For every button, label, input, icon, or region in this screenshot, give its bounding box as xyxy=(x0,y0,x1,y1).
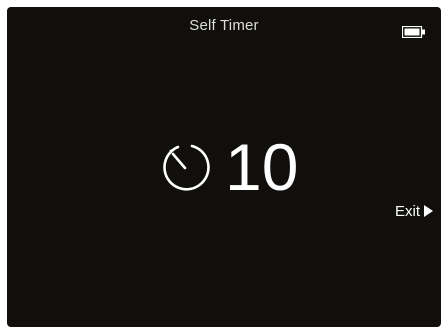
self-timer-icon xyxy=(157,138,213,199)
exit-button[interactable]: Exit xyxy=(395,203,434,220)
page-title: Self Timer xyxy=(189,17,259,34)
countdown-seconds: 10 xyxy=(225,130,299,204)
battery-icon xyxy=(401,25,426,43)
camera-screen: Self Timer 10 Exit xyxy=(7,7,441,327)
exit-label: Exit xyxy=(395,203,421,220)
play-arrow-icon xyxy=(424,205,434,217)
